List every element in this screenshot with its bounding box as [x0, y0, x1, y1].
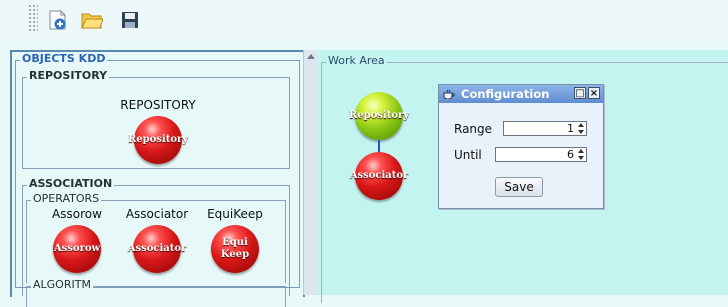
floppy-disk-icon — [122, 12, 138, 28]
until-spinner-arrows[interactable] — [576, 149, 585, 160]
operators-group-title: OPERATORS — [31, 192, 102, 206]
repository-ball-icon[interactable]: Repository — [128, 116, 188, 164]
spinner-down-icon[interactable] — [577, 156, 584, 160]
maximize-button[interactable]: □ — [574, 87, 586, 99]
equikeep-component[interactable]: EquiKeep Equi Keep — [195, 207, 275, 273]
objects-kdd-title: OBJECTS KDD — [20, 52, 108, 66]
equikeep-label: EquiKeep — [207, 207, 263, 221]
operators-group: OPERATORS Assorow Assorow Associator Ass… — [26, 192, 286, 283]
spinner-down-icon[interactable] — [577, 130, 584, 134]
until-value[interactable]: 6 — [567, 148, 574, 161]
configuration-dialog: Configuration □ × Range 1 Until 6 Save — [438, 84, 604, 209]
save-disk-button[interactable] — [118, 8, 142, 32]
assorow-label: Assorow — [52, 207, 102, 221]
new-file-icon — [49, 10, 66, 30]
work-area-title: Work Area — [326, 54, 387, 68]
range-spinner[interactable]: 1 — [503, 121, 587, 136]
until-spinner[interactable]: 6 — [495, 147, 587, 162]
work-area-repository-node[interactable]: Repository — [349, 92, 409, 140]
close-icon: × — [589, 88, 599, 99]
range-spinner-arrows[interactable] — [576, 123, 585, 134]
repository-group-title: REPOSITORY — [27, 69, 110, 83]
panel-splitter[interactable] — [303, 50, 318, 295]
spinner-up-icon[interactable] — [577, 149, 584, 153]
save-button[interactable]: Save — [495, 177, 543, 197]
association-group: ASSOCIATION OPERATORS Assorow Assorow As… — [22, 177, 290, 307]
range-label: Range — [454, 122, 493, 136]
range-value[interactable]: 1 — [567, 122, 574, 135]
assorow-component[interactable]: Assorow Assorow — [37, 207, 117, 273]
new-file-button[interactable] — [46, 8, 70, 32]
until-label: Until — [454, 148, 482, 162]
work-area-associator-node[interactable]: Associator — [350, 152, 408, 200]
folder-icon — [81, 13, 103, 29]
toolbar-grip-handle[interactable] — [28, 4, 38, 32]
algoritm-group-title: ALGORITM — [31, 278, 93, 292]
maximize-icon: □ — [575, 88, 585, 99]
associator-component[interactable]: Associator Associator — [117, 207, 197, 273]
associator-label: Associator — [125, 207, 189, 221]
toolbar — [0, 0, 728, 44]
dialog-title-bar[interactable]: Configuration □ × — [439, 85, 603, 103]
algoritm-group: ALGORITM — [26, 278, 286, 307]
dialog-title: Configuration — [461, 87, 550, 101]
associator-ball-icon[interactable]: Associator — [128, 225, 186, 273]
association-group-title: ASSOCIATION — [27, 177, 115, 191]
node-connector-line — [378, 140, 380, 152]
objects-kdd-panel: OBJECTS KDD REPOSITORY REPOSITORY Reposi… — [10, 50, 305, 307]
collapse-arrow-icon[interactable] — [307, 54, 315, 59]
equikeep-ball-icon[interactable]: Equi Keep — [211, 225, 259, 273]
repository-label: REPOSITORY — [120, 98, 196, 112]
objects-kdd-groupbox: OBJECTS KDD REPOSITORY REPOSITORY Reposi… — [15, 52, 300, 307]
repository-component[interactable]: REPOSITORY Repository — [118, 98, 198, 164]
repository-group: REPOSITORY REPOSITORY Repository — [22, 69, 290, 169]
close-button[interactable]: × — [588, 87, 600, 99]
assorow-ball-icon[interactable]: Assorow — [53, 225, 101, 273]
java-cup-icon — [443, 89, 455, 99]
spinner-up-icon[interactable] — [577, 123, 584, 127]
open-folder-button[interactable] — [80, 8, 104, 32]
